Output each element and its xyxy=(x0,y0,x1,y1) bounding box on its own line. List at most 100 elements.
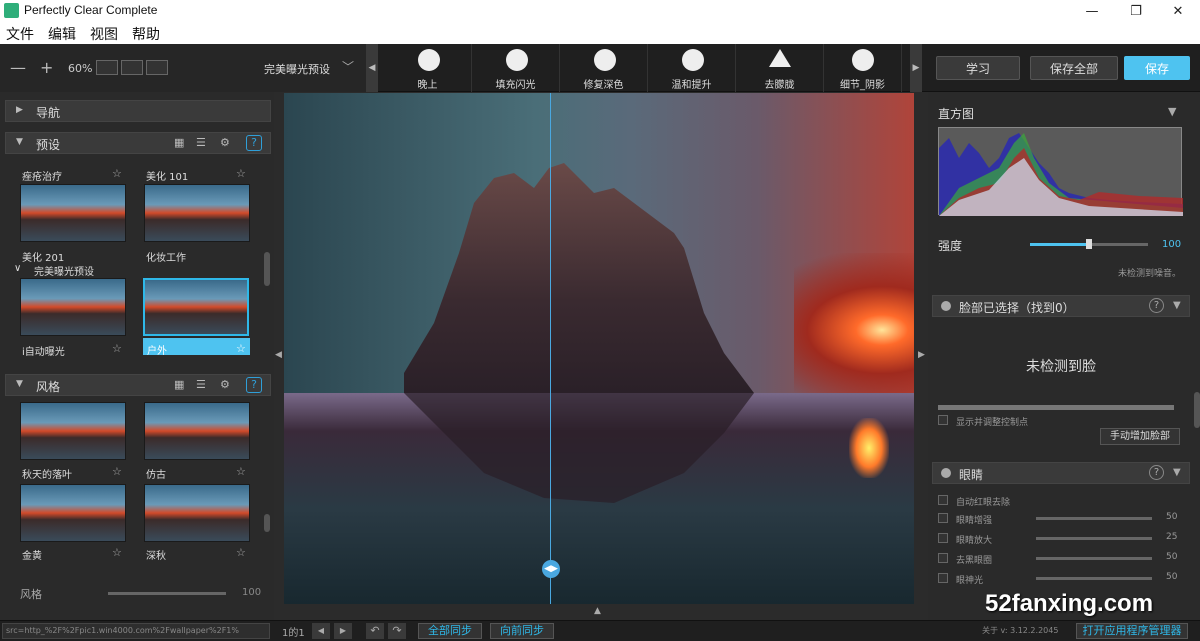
add-face-button[interactable]: 手动增加脸部 xyxy=(1100,428,1180,445)
preset-dropdown[interactable]: 完美曝光预设 xyxy=(264,61,330,77)
next-image-icon[interactable]: ▶ xyxy=(334,623,352,639)
preset-thumbnail[interactable] xyxy=(20,278,126,336)
zoom-out-button[interactable]: — xyxy=(10,58,26,77)
style-section-header[interactable]: ▼ 风格 ▦ ☰ ⚙ ? xyxy=(5,374,271,396)
grid-view-icon[interactable]: ▦ xyxy=(174,136,189,150)
tool-dehaze[interactable]: 去朦胧 xyxy=(736,44,824,92)
star-icon[interactable]: ☆ xyxy=(112,342,122,355)
collapse-triangle-icon[interactable]: ▼ xyxy=(1173,467,1181,478)
save-all-button[interactable]: 保存全部 xyxy=(1030,56,1118,80)
style-scrollbar[interactable] xyxy=(264,514,270,532)
collapse-triangle-icon[interactable]: ▼ xyxy=(1173,300,1181,311)
close-button[interactable]: ✕ xyxy=(1156,0,1200,22)
dark-circles-slider[interactable] xyxy=(1036,557,1152,560)
section-title: 脸部已选择（找到0） xyxy=(959,301,1075,315)
star-icon[interactable]: ☆ xyxy=(112,167,122,180)
mountain-icon xyxy=(769,49,791,67)
dark-circles-checkbox[interactable] xyxy=(938,553,948,563)
style-thumbnail[interactable] xyxy=(144,484,250,542)
eye-enhance-checkbox[interactable] xyxy=(938,513,948,523)
tool-fix-dark[interactable]: 修复深色 xyxy=(560,44,648,92)
tool-fill-flash[interactable]: 填充闪光 xyxy=(472,44,560,92)
navigation-section-header[interactable]: ▶ 导航 xyxy=(5,100,271,122)
style-thumbnail[interactable] xyxy=(144,402,250,460)
group-chevron-icon[interactable]: ∨ xyxy=(14,263,21,274)
eyes-section-header[interactable]: 眼睛 ? ▼ xyxy=(932,462,1190,484)
preset-thumbnail[interactable] xyxy=(20,184,126,242)
toggle-dot-icon[interactable] xyxy=(941,468,951,478)
eye-enhance-slider[interactable] xyxy=(1036,517,1152,520)
file-path-dropdown[interactable]: src=http_%2F%2Fpic1.win4000.com%2Fwallpa… xyxy=(2,623,270,639)
image-canvas[interactable]: ◀▶ xyxy=(284,93,914,604)
list-view-icon[interactable]: ☰ xyxy=(196,378,211,392)
open-app-manager-button[interactable]: 打开应用程序管理器 xyxy=(1076,623,1188,639)
side-by-side-view-icon[interactable] xyxy=(146,60,168,75)
restore-button[interactable]: ❐ xyxy=(1114,0,1158,22)
style-slider[interactable] xyxy=(108,592,226,595)
preset-thumbnail-selected[interactable] xyxy=(143,278,249,336)
sync-forward-button[interactable]: 向前同步 xyxy=(490,623,554,639)
style-thumbnail[interactable] xyxy=(20,402,126,460)
style-thumbnail[interactable] xyxy=(20,484,126,542)
divider-handle-icon[interactable]: ◀▶ xyxy=(542,560,560,578)
preset-thumbnail[interactable] xyxy=(144,184,250,242)
menu-file[interactable]: 文件 xyxy=(6,24,34,44)
help-icon[interactable]: ? xyxy=(246,377,262,393)
help-icon[interactable]: ? xyxy=(246,135,262,151)
tool-detail-shadow[interactable]: 细节_阴影 xyxy=(824,44,902,92)
zoom-in-button[interactable]: + xyxy=(40,58,53,77)
eye-enlarge-slider[interactable] xyxy=(1036,537,1152,540)
collapse-right-panel-icon[interactable]: ▶ xyxy=(918,350,925,360)
minimize-button[interactable]: — xyxy=(1070,0,1114,22)
star-icon[interactable]: ☆ xyxy=(236,342,246,355)
gear-icon[interactable]: ⚙ xyxy=(220,136,235,150)
auto-redeye-checkbox[interactable] xyxy=(938,495,948,505)
save-button[interactable]: 保存 xyxy=(1124,56,1190,80)
chevron-down-icon[interactable]: ﹀ xyxy=(342,58,354,75)
face-section-header[interactable]: 脸部已选择（找到0） ? ▼ xyxy=(932,295,1190,317)
grid-view-icon[interactable]: ▦ xyxy=(174,378,189,392)
gear-icon[interactable]: ⚙ xyxy=(220,378,235,392)
eyes-option-value: 50 xyxy=(1166,512,1178,522)
help-icon[interactable]: ? xyxy=(1149,298,1164,313)
star-icon[interactable]: ☆ xyxy=(236,546,246,559)
tools-scroll-left-icon[interactable]: ◀ xyxy=(366,44,378,92)
star-icon[interactable]: ☆ xyxy=(112,465,122,478)
single-view-icon[interactable] xyxy=(96,60,118,75)
tool-night[interactable]: 晚上 xyxy=(384,44,472,92)
tool-gentle-lift[interactable]: 温和提升 xyxy=(648,44,736,92)
catchlight-checkbox[interactable] xyxy=(938,573,948,583)
collapse-triangle-icon[interactable]: ▼ xyxy=(1168,105,1176,118)
split-view-icon[interactable] xyxy=(121,60,143,75)
menu-view[interactable]: 视图 xyxy=(90,24,118,44)
show-adjust-checkbox[interactable] xyxy=(938,415,948,425)
eye-enlarge-checkbox[interactable] xyxy=(938,533,948,543)
toolbar-left: — + 60% 完美曝光预设 ﹀ xyxy=(0,44,366,92)
collapse-bottom-icon[interactable]: ▲ xyxy=(594,606,601,616)
star-icon[interactable]: ☆ xyxy=(236,465,246,478)
star-icon[interactable]: ☆ xyxy=(112,546,122,559)
tools-scroll-right-icon[interactable]: ▶ xyxy=(910,44,922,92)
menu-help[interactable]: 帮助 xyxy=(132,24,160,44)
menu-edit[interactable]: 编辑 xyxy=(48,24,76,44)
file-path-text: src=http_%2F%2Fpic1.win4000.com%2Fwallpa… xyxy=(6,626,239,635)
right-panel-scrollbar[interactable] xyxy=(1194,392,1200,428)
before-after-divider[interactable] xyxy=(550,93,551,604)
learn-button[interactable]: 学习 xyxy=(936,56,1020,80)
collapse-left-panel-icon[interactable]: ◀ xyxy=(275,350,282,360)
redo-icon[interactable]: ↷ xyxy=(388,623,406,639)
presets-section-header[interactable]: ▼ 预设 ▦ ☰ ⚙ ? xyxy=(5,132,271,154)
list-view-icon[interactable]: ☰ xyxy=(196,136,211,150)
catchlight-slider[interactable] xyxy=(1036,577,1152,580)
strength-slider-knob[interactable] xyxy=(1086,239,1092,249)
help-icon[interactable]: ? xyxy=(1149,465,1164,480)
sync-all-button[interactable]: 全部同步 xyxy=(418,623,482,639)
preset-label: 化妆工作 xyxy=(146,253,186,264)
histogram-header[interactable]: 直方图 ▼ xyxy=(932,102,1190,124)
undo-icon[interactable]: ↶ xyxy=(366,623,384,639)
presets-scrollbar[interactable] xyxy=(264,252,270,286)
eyes-option-value: 50 xyxy=(1166,552,1178,562)
prev-image-icon[interactable]: ◀ xyxy=(312,623,330,639)
star-icon[interactable]: ☆ xyxy=(236,167,246,180)
toggle-dot-icon[interactable] xyxy=(941,301,951,311)
